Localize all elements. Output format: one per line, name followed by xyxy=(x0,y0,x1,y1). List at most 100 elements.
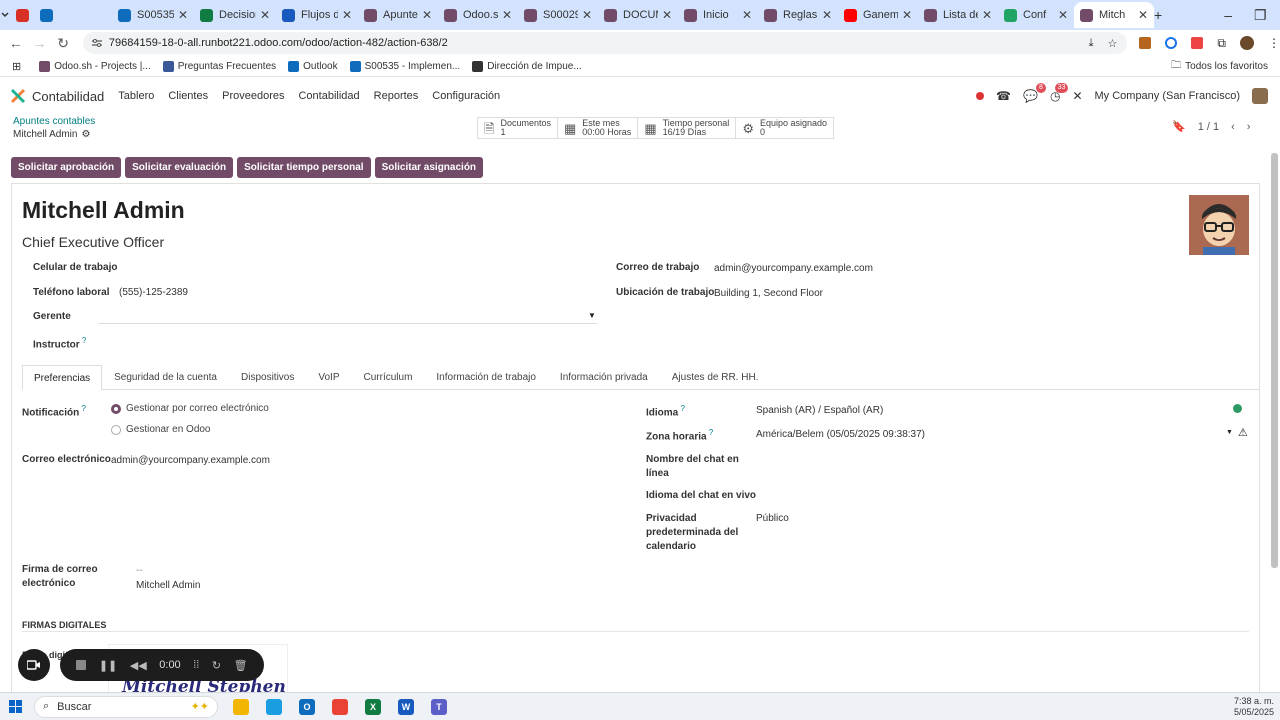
bookmark-item[interactable]: Dirección de Impue... xyxy=(472,60,582,72)
help-icon[interactable]: ? xyxy=(678,404,684,413)
action-button[interactable]: Solicitar aprobación xyxy=(11,157,122,178)
help-icon[interactable]: ? xyxy=(80,336,86,345)
back-icon[interactable]: ← xyxy=(4,35,28,51)
notif-radio-email[interactable]: Gestionar por correo electrónico xyxy=(111,403,269,414)
language-value[interactable]: Spanish (AR) / Español (AR) xyxy=(756,405,883,416)
site-info-icon[interactable] xyxy=(91,38,103,48)
form-tab[interactable]: Información de trabajo xyxy=(424,365,548,389)
menu-item[interactable]: Reportes xyxy=(374,90,419,102)
page-scrollbar[interactable] xyxy=(1271,153,1278,568)
browser-tab[interactable]: Decisione ✕ xyxy=(194,2,276,28)
reload-icon[interactable]: ↻ xyxy=(51,35,75,52)
form-tab[interactable]: Información privada xyxy=(548,365,660,389)
employee-name[interactable]: Mitchell Admin xyxy=(22,197,185,224)
smart-button[interactable]: ▦ Este mes 00:00 Horas xyxy=(558,118,639,138)
tab-close-icon[interactable]: ✕ xyxy=(1058,8,1068,22)
taskbar-app[interactable] xyxy=(260,695,288,719)
extension-icon-1[interactable] xyxy=(1139,37,1152,49)
camera-icon[interactable] xyxy=(18,649,50,681)
taskbar-search[interactable]: ⌕ Buscar ✦✦ xyxy=(34,695,218,718)
tab-close-icon[interactable]: ✕ xyxy=(1138,8,1148,22)
timezone-dropdown-icon[interactable]: ▼ xyxy=(1226,429,1233,436)
install-app-icon[interactable]: ⤓ xyxy=(1089,37,1094,50)
action-button[interactable]: Solicitar asignación xyxy=(374,157,484,178)
manager-dropdown-icon[interactable]: ▼ xyxy=(588,311,596,320)
rewind-icon[interactable]: ◀◀ xyxy=(130,659,147,672)
app-name[interactable]: Contabilidad xyxy=(32,89,104,104)
smart-button[interactable]: ⚙ Equipo asignado 0 xyxy=(736,118,833,138)
action-button[interactable]: Solicitar tiempo personal xyxy=(237,157,371,178)
messages-icon[interactable]: 💬 8 xyxy=(1023,83,1046,103)
maximize-icon[interactable]: ❐ xyxy=(1254,7,1267,24)
browser-tab[interactable]: Ganemo ✕ xyxy=(838,2,918,28)
form-tab[interactable]: Preferencias xyxy=(22,365,103,390)
stop-icon[interactable] xyxy=(76,660,87,670)
all-bookmarks-folder[interactable]: 🗀 Todos los favoritos xyxy=(1171,58,1268,75)
tab-close-icon[interactable]: ✕ xyxy=(582,8,592,22)
debug-tools-icon[interactable]: ✕ xyxy=(1072,89,1082,103)
employee-job-title[interactable]: Chief Executive Officer xyxy=(22,234,164,250)
apps-grid-icon[interactable]: ⊞ xyxy=(12,60,21,73)
profile-avatar[interactable] xyxy=(1239,36,1254,50)
phone-icon[interactable]: ☎ xyxy=(996,89,1011,103)
work-location-value[interactable]: Building 1, Second Floor xyxy=(714,288,823,299)
forward-icon[interactable]: → xyxy=(28,35,52,51)
browser-tab[interactable]: DOCUME ✕ xyxy=(598,2,678,28)
help-icon[interactable]: ? xyxy=(707,428,713,437)
bookmark-icon[interactable]: 🔖 xyxy=(1172,120,1186,133)
tab-close-icon[interactable]: ✕ xyxy=(822,8,832,22)
system-clock[interactable]: 7:38 a. m. 5/05/2025 xyxy=(1234,696,1274,718)
minimize-icon[interactable]: – xyxy=(1224,7,1232,23)
browser-tab[interactable]: Lista de ✕ xyxy=(918,2,998,28)
calendar-privacy-value[interactable]: Público xyxy=(756,513,789,524)
browser-tab[interactable] xyxy=(34,2,112,28)
bookmark-item[interactable]: Odoo.sh - Projects |... xyxy=(39,60,151,72)
tab-close-icon[interactable]: ✕ xyxy=(742,8,752,22)
user-avatar[interactable] xyxy=(1252,88,1268,104)
browser-tab[interactable]: Conf ✕ xyxy=(998,2,1074,28)
tab-search-icon[interactable] xyxy=(0,0,10,30)
restart-icon[interactable]: ↻ xyxy=(212,659,221,672)
tab-close-icon[interactable]: ✕ xyxy=(902,8,912,22)
browser-tab[interactable]: Apuntes ✕ xyxy=(358,2,438,28)
company-switcher[interactable]: My Company (San Francisco) xyxy=(1095,90,1241,102)
menu-item[interactable]: Clientes xyxy=(168,90,208,102)
manager-field[interactable] xyxy=(98,323,597,324)
menu-item[interactable]: Tablero xyxy=(118,90,154,102)
browser-tab[interactable]: Odoo.sh ✕ xyxy=(438,2,518,28)
globe-icon[interactable] xyxy=(1233,404,1242,413)
browser-menu-icon[interactable]: ⋮ xyxy=(1268,36,1280,50)
tab-close-icon[interactable]: ✕ xyxy=(342,8,352,22)
signature-value[interactable]: Mitchell Admin xyxy=(136,580,200,591)
form-tab[interactable]: Seguridad de la cuenta xyxy=(102,365,229,389)
browser-tab[interactable]: S00029 ✕ xyxy=(518,2,598,28)
grid-icon[interactable]: ⁞⁞ xyxy=(193,659,199,671)
browser-tab[interactable]: S00535 ✕ xyxy=(112,2,194,28)
url-field[interactable]: 79684159-18-0-all.runbot221.odoo.com/odo… xyxy=(82,32,1128,54)
bookmark-star-icon[interactable]: ☆ xyxy=(1108,37,1118,50)
taskbar-app[interactable]: W xyxy=(392,695,420,719)
employee-avatar[interactable] xyxy=(1189,195,1249,255)
tab-close-icon[interactable]: ✕ xyxy=(260,8,270,22)
extension-icon-3[interactable] xyxy=(1191,37,1204,49)
timezone-value[interactable]: América/Belem (05/05/2025 09:38:37) xyxy=(756,429,925,440)
bookmark-item[interactable]: Preguntas Frecuentes xyxy=(162,60,276,72)
bookmark-item[interactable]: Outlook xyxy=(288,60,338,72)
notif-radio-odoo[interactable]: Gestionar en Odoo xyxy=(111,424,211,435)
menu-item[interactable]: Configuración xyxy=(432,90,500,102)
tab-close-icon[interactable]: ✕ xyxy=(422,8,432,22)
menu-item[interactable]: Proveedores xyxy=(222,90,284,102)
pager-next-icon[interactable]: › xyxy=(1247,121,1251,133)
extension-icon-2[interactable] xyxy=(1165,37,1178,49)
browser-tab[interactable]: Flujos de ✕ xyxy=(276,2,358,28)
smart-button[interactable]: 🗎 Documentos 1 xyxy=(478,118,558,138)
pager-value[interactable]: 1 / 1 xyxy=(1198,121,1219,133)
form-tab[interactable]: Dispositivos xyxy=(229,365,306,389)
extensions-puzzle-icon[interactable]: ⧉ xyxy=(1217,36,1226,51)
trash-icon[interactable]: 🗑 xyxy=(234,659,248,672)
menu-item[interactable]: Contabilidad xyxy=(298,90,359,102)
phone-value[interactable]: (555)-125-2389 xyxy=(119,287,188,298)
taskbar-app[interactable]: T xyxy=(425,695,453,719)
bookmark-item[interactable]: S00535 - Implemen... xyxy=(349,60,460,72)
taskbar-app[interactable]: X xyxy=(359,695,387,719)
